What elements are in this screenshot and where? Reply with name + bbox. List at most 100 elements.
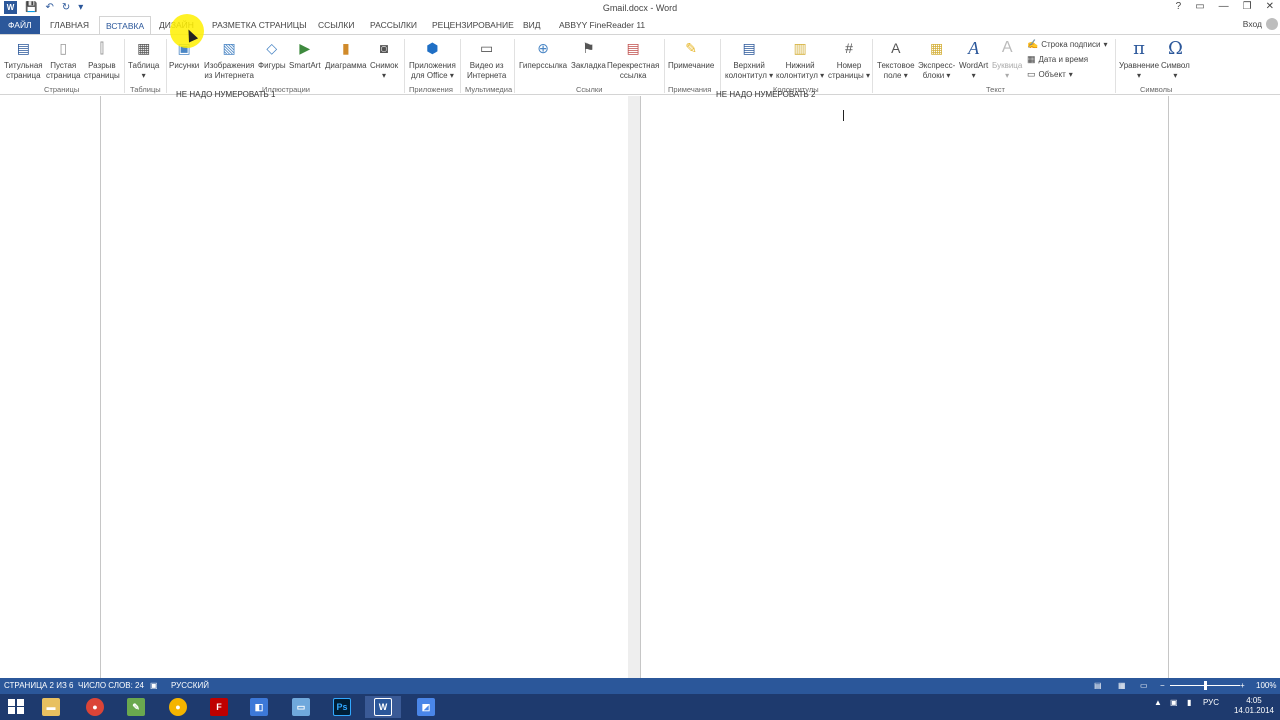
tab-references[interactable]: ССЫЛКИ (318, 16, 354, 34)
footer-button[interactable]: ▥ Нижний колонтитул ▾ (776, 38, 824, 81)
close-button[interactable]: ✕ (1266, 1, 1274, 12)
object-icon: ▭ (1027, 69, 1036, 79)
separator (460, 39, 461, 93)
tab-view[interactable]: ВИД (523, 16, 541, 34)
zoom-out-button[interactable]: − (1160, 681, 1165, 690)
taskbar-chrome-2[interactable]: ● (160, 696, 196, 718)
page-break-button[interactable]: ⫿ Разрыв страницы (84, 38, 120, 81)
drop-cap-button[interactable]: A Буквица ▾ (992, 38, 1022, 81)
signature-line-button[interactable]: ✍ Строка подписи ▾ (1027, 39, 1107, 50)
page-number-icon: # (845, 40, 853, 56)
save-icon[interactable]: 💾 (25, 2, 37, 13)
taskbar-filezilla[interactable]: F (201, 696, 237, 718)
page-2[interactable]: НЕ НАДО НУМЕРОВАТЬ 2 (640, 90, 1169, 678)
chrome-icon: ● (169, 698, 187, 716)
language-tray[interactable]: РУС (1203, 698, 1219, 707)
sign-in-link[interactable]: Вход (1243, 19, 1262, 29)
shapes-icon: ◇ (266, 39, 278, 56)
proofing-icon[interactable]: ▣ (150, 681, 158, 690)
smartart-button[interactable]: ▶ SmartArt (289, 38, 321, 71)
zoom-in-button[interactable]: + (1240, 681, 1245, 690)
group-label-apps: Приложения (409, 85, 453, 94)
cross-reference-button[interactable]: ▤ Перекрестная ссылка (607, 38, 659, 81)
object-button[interactable]: ▭ Объект ▾ (1027, 69, 1073, 80)
equation-button[interactable]: π Уравнение ▾ (1119, 38, 1159, 81)
taskbar-photos[interactable]: ▭ (283, 696, 319, 718)
avatar[interactable] (1266, 18, 1278, 30)
system-clock[interactable]: 4:05 14.01.2014 (1234, 696, 1274, 716)
tab-abbyy[interactable]: ABBYY FineReader 11 (559, 16, 645, 34)
tab-mailings[interactable]: РАССЫЛКИ (370, 16, 417, 34)
office-apps-button[interactable]: ⬢ Приложения для Office ▾ (409, 38, 456, 81)
network-icon[interactable]: ▮ (1187, 698, 1191, 707)
taskbar-notepad[interactable]: ✎ (118, 696, 154, 718)
online-pictures-icon: ▧ (222, 39, 236, 56)
zoom-level[interactable]: 100% (1256, 681, 1276, 690)
group-label-text: Текст (986, 85, 1005, 94)
taskbar-app[interactable]: ◩ (408, 696, 444, 718)
photoshop-icon: Ps (333, 698, 351, 716)
taskbar-explorer[interactable]: ▬ (33, 696, 69, 718)
tab-page-layout[interactable]: РАЗМЕТКА СТРАНИЦЫ (212, 16, 307, 34)
hyperlink-button[interactable]: ⊕ Гиперссылка (519, 38, 567, 71)
bookmark-icon: ⚑ (582, 39, 595, 56)
hyperlink-icon: ⊕ (537, 39, 549, 56)
page-1[interactable]: НЕ НАДО НУМЕРОВАТЬ 1 (100, 90, 629, 678)
tray-app-icon[interactable]: ▣ (1170, 698, 1178, 707)
tray-arrow-icon[interactable]: ▲ (1154, 698, 1162, 707)
document-area[interactable]: НЕ НАДО НУМЕРОВАТЬ 1 НЕ НАДО НУМЕРОВАТЬ … (0, 90, 1280, 678)
restore-button[interactable]: ❐ (1243, 1, 1252, 12)
text-box-button[interactable]: A Текстовое поле ▾ (877, 38, 915, 81)
bookmark-button[interactable]: ⚑ Закладка (571, 38, 606, 71)
filezilla-icon: F (210, 698, 228, 716)
shapes-button[interactable]: ◇ Фигуры (258, 38, 286, 71)
minimize-button[interactable]: — (1219, 1, 1229, 12)
customize-qat-icon[interactable]: ▾ (78, 2, 83, 13)
photos-icon: ▭ (292, 698, 310, 716)
window-title: Gmail.docx - Word (602, 3, 678, 13)
page-2-header[interactable]: НЕ НАДО НУМЕРОВАТЬ 2 (716, 90, 815, 99)
wordart-icon: A (968, 37, 980, 58)
group-label-comments: Примечания (668, 85, 712, 94)
screenshot-button[interactable]: ◙ Снимок ▾ (370, 38, 398, 81)
start-button[interactable] (8, 699, 25, 715)
language-indicator[interactable]: РУССКИЙ (171, 681, 209, 690)
taskbar-photoshop[interactable]: Ps (324, 696, 360, 718)
wordart-button[interactable]: A WordArt ▾ (959, 38, 988, 81)
tab-review[interactable]: РЕЦЕНЗИРОВАНИЕ (432, 16, 514, 34)
tab-insert[interactable]: ВСТАВКА (99, 16, 152, 34)
smartart-icon: ▶ (299, 39, 311, 56)
ribbon-display-options-button[interactable]: ▭ (1195, 1, 1204, 12)
word-count[interactable]: ЧИСЛО СЛОВ: 24 (78, 681, 144, 690)
taskbar-chrome[interactable]: ● (77, 696, 113, 718)
help-button[interactable]: ? (1176, 1, 1182, 12)
tab-file[interactable]: ФАЙЛ (0, 16, 40, 34)
undo-icon[interactable]: ↶ (45, 2, 53, 13)
taskbar-word[interactable]: W (365, 696, 401, 718)
viewer-icon: ◧ (250, 698, 268, 716)
camera-icon: ◙ (379, 40, 389, 56)
symbol-button[interactable]: Ω Символ ▾ (1161, 38, 1190, 81)
blank-page-button[interactable]: ▯ Пустая страница (46, 38, 80, 81)
tab-home[interactable]: ГЛАВНАЯ (50, 16, 89, 34)
page-number-button[interactable]: # Номер страницы ▾ (828, 38, 870, 81)
taskbar-viewer[interactable]: ◧ (241, 696, 277, 718)
zoom-slider-thumb[interactable] (1204, 681, 1207, 690)
quick-parts-button[interactable]: ▦ Экспресс-блоки ▾ (918, 38, 955, 81)
comment-button[interactable]: ✎ Примечание (668, 38, 714, 71)
read-mode-icon[interactable]: ▤ (1094, 681, 1102, 690)
print-layout-icon[interactable]: ▦ (1118, 681, 1126, 690)
redo-icon[interactable]: ↻ (62, 2, 70, 13)
cover-page-button[interactable]: ▤ Титульная страница (4, 38, 43, 81)
page-1-header[interactable]: НЕ НАДО НУМЕРОВАТЬ 1 (176, 90, 275, 99)
web-layout-icon[interactable]: ▭ (1140, 681, 1148, 690)
table-button[interactable]: ▦ Таблица ▾ (128, 38, 159, 81)
page-counter[interactable]: СТРАНИЦА 2 ИЗ 6 (4, 681, 73, 690)
online-pictures-button[interactable]: ▧ Изображения из Интернета (204, 38, 254, 81)
taskbar: ▬ ● ✎ ● F ◧ ▭ Ps W ◩ ▲ ▣ ▮ РУС 4:05 14.0… (0, 694, 1280, 720)
online-video-button[interactable]: ▭ Видео из Интернета (467, 38, 506, 81)
date-time-button[interactable]: ▦ Дата и время (1027, 54, 1088, 65)
header-button[interactable]: ▤ Верхний колонтитул ▾ (725, 38, 773, 81)
chart-button[interactable]: ▮ Диаграмма (325, 38, 367, 71)
title-bar: W 💾 ↶ ↻ ▾ Gmail.docx - Word ? ▭ — ❐ ✕ (0, 0, 1280, 16)
